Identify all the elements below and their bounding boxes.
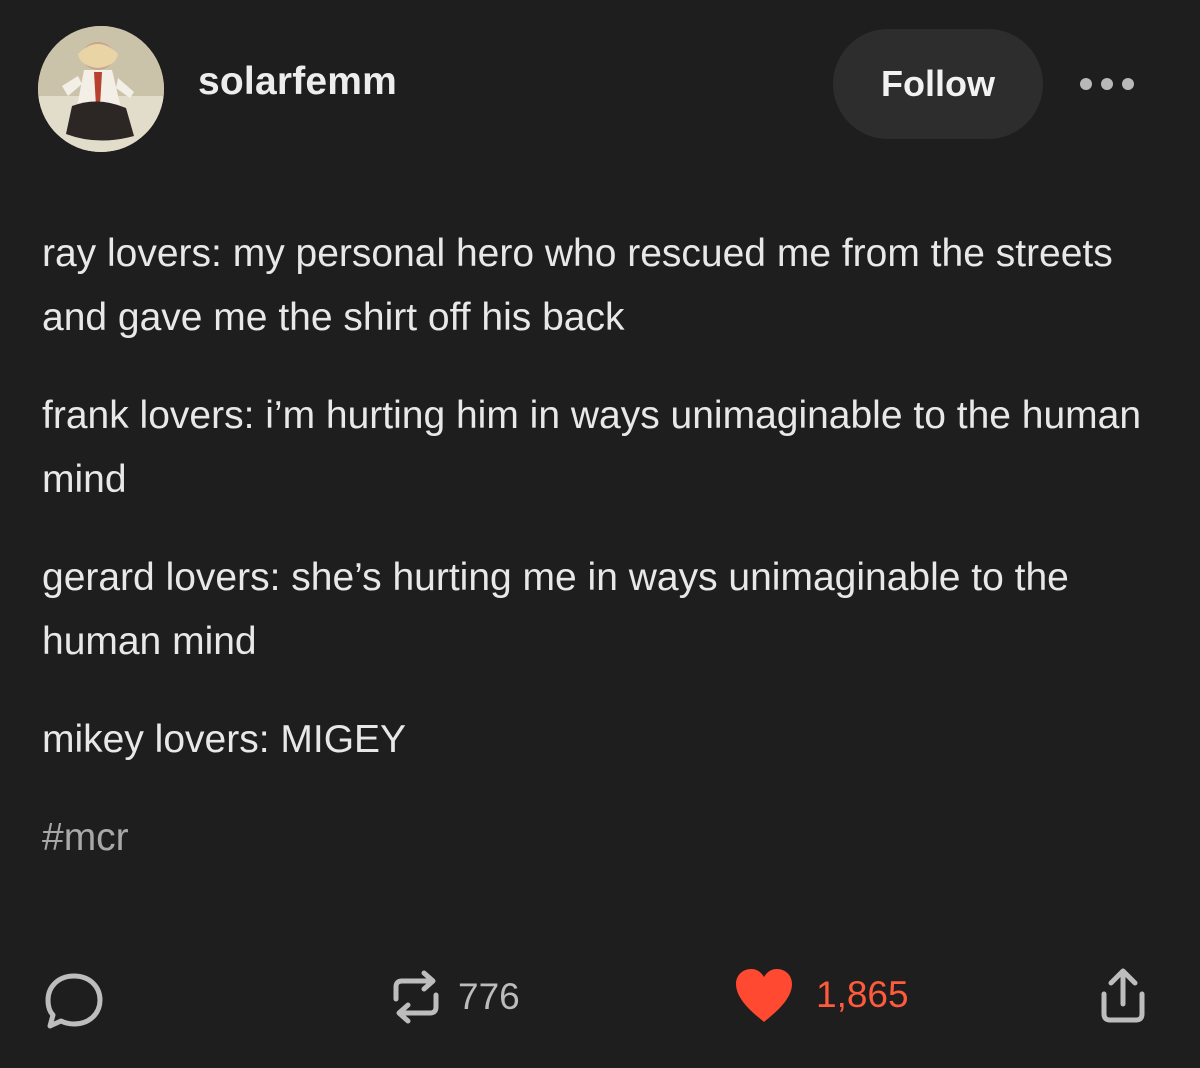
reblog-icon <box>393 970 439 1024</box>
dot <box>1122 78 1134 90</box>
comment-icon[interactable] <box>42 970 106 1034</box>
dot <box>1101 78 1113 90</box>
avatar-image <box>38 26 164 152</box>
avatar[interactable] <box>38 26 164 152</box>
post-body: ray lovers: my personal hero who rescued… <box>42 222 1162 806</box>
like-button[interactable]: 1,865 <box>732 960 909 1030</box>
post-paragraph: frank lovers: i’m hurting him in ways un… <box>42 394 1142 501</box>
follow-button[interactable]: Follow <box>833 29 1043 139</box>
share-icon[interactable] <box>1092 964 1154 1028</box>
post-paragraph: ray lovers: my personal hero who rescued… <box>42 232 1113 339</box>
like-count: 1,865 <box>816 974 909 1015</box>
heart-icon <box>736 969 792 1022</box>
post-card: solarfemm Follow ray lovers: my personal… <box>0 0 1200 1068</box>
reblog-count: 776 <box>458 976 520 1017</box>
post-paragraph: gerard lovers: she’s hurting me in ways … <box>42 556 1069 663</box>
post-header: solarfemm Follow <box>0 0 1200 180</box>
post-footer: 776 1,865 <box>0 940 1200 1050</box>
post-tag[interactable]: #mcr <box>42 806 129 870</box>
post-paragraph: mikey lovers: MIGEY <box>42 718 407 761</box>
dot <box>1080 78 1092 90</box>
reblog-button[interactable]: 776 <box>388 962 520 1032</box>
ellipsis-icon[interactable] <box>1080 74 1138 94</box>
username[interactable]: solarfemm <box>198 60 397 104</box>
